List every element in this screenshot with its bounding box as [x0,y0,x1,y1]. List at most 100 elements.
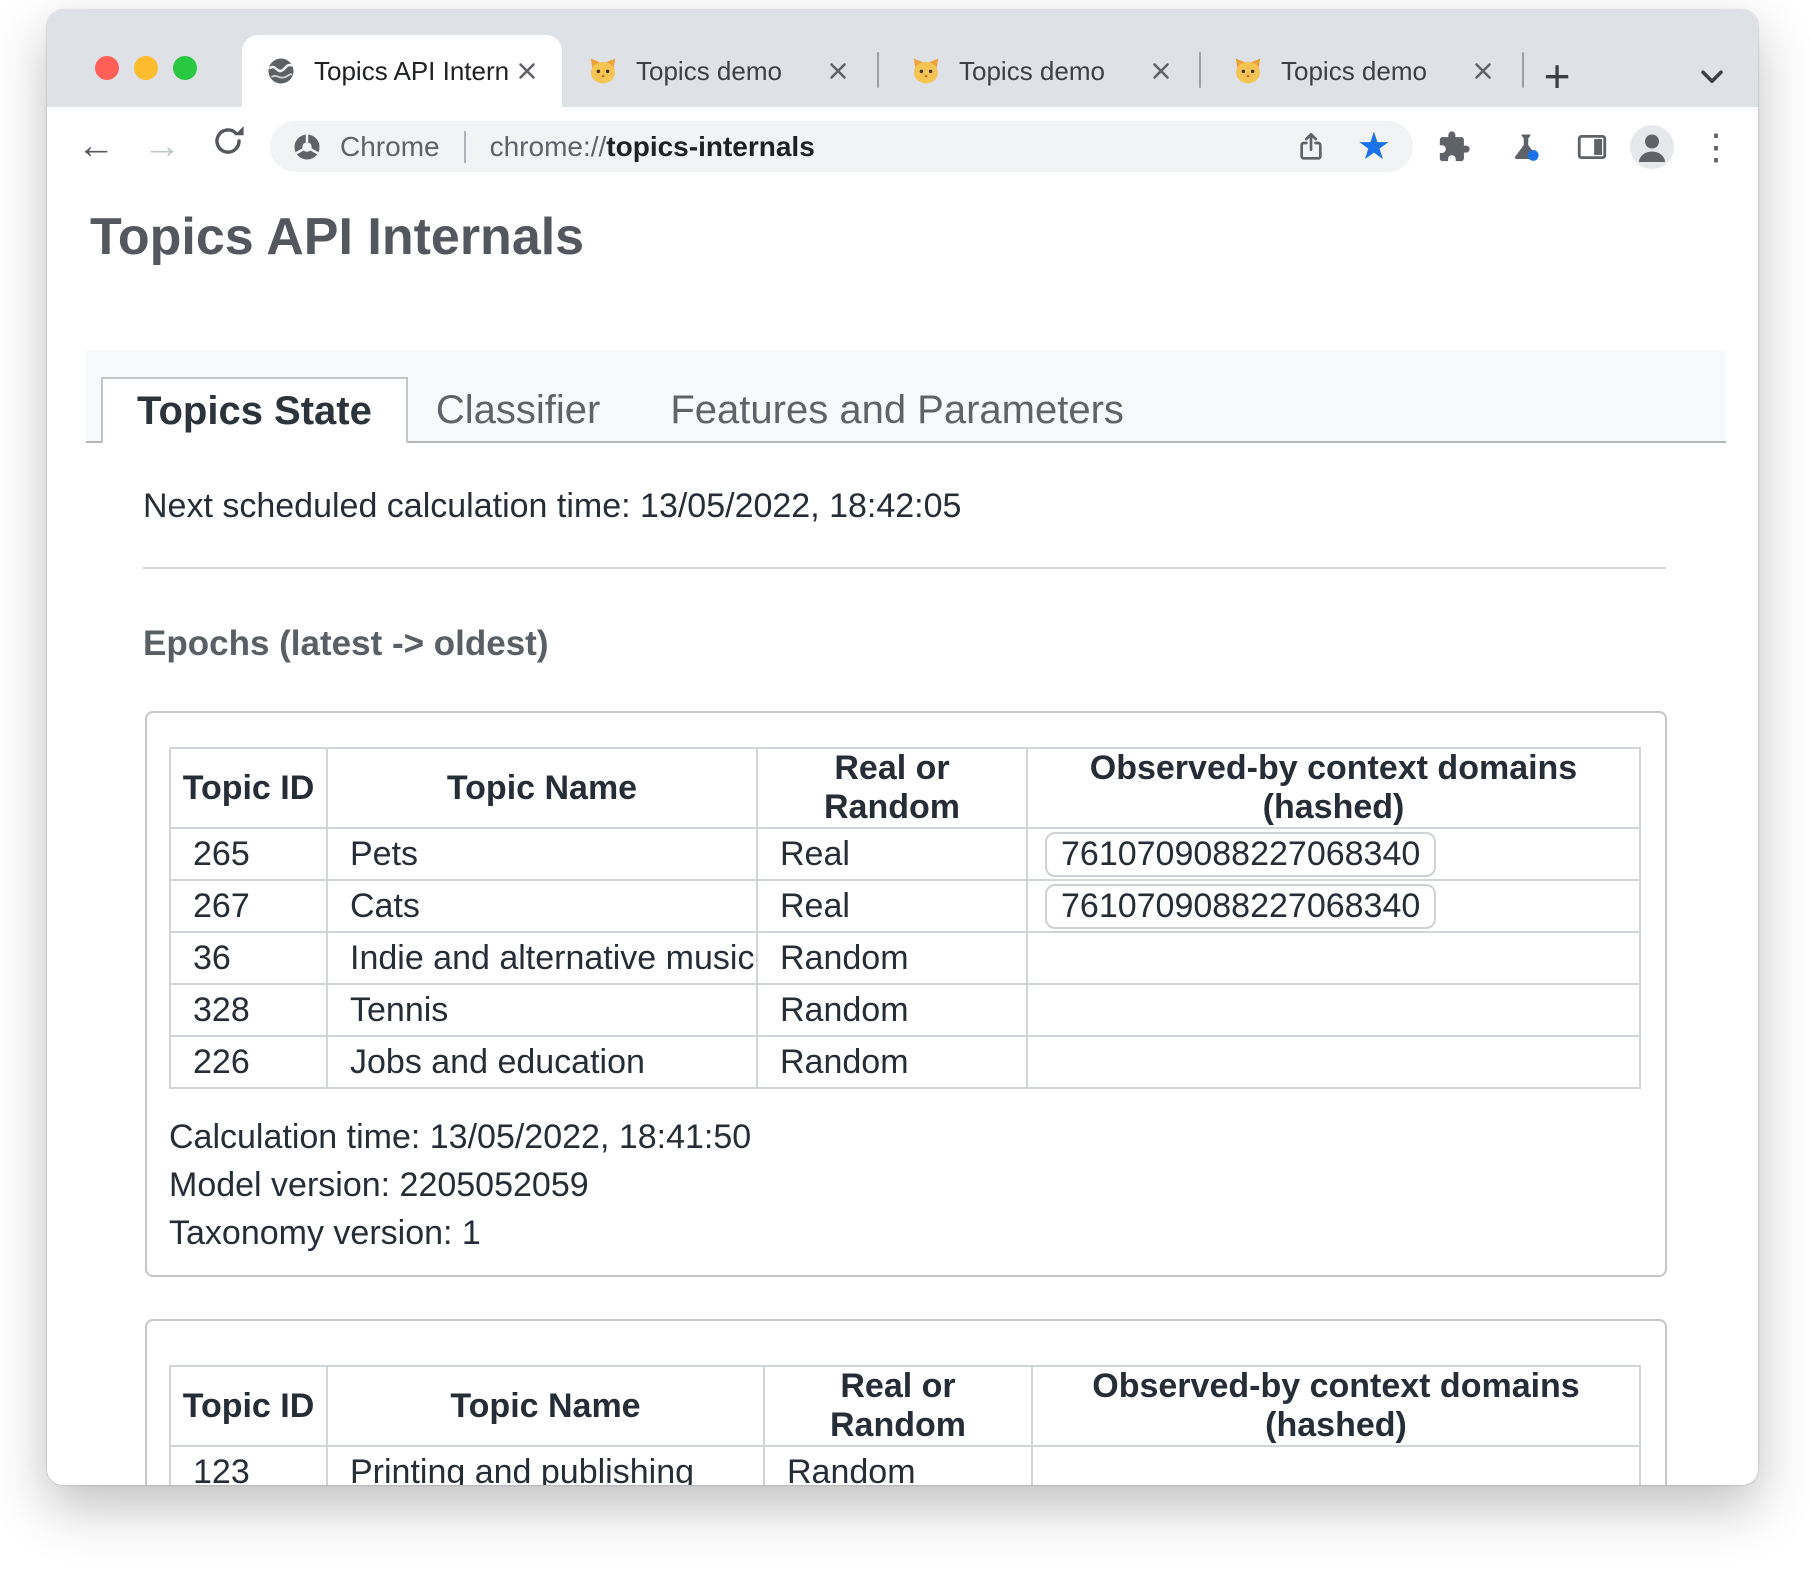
observed-by-cell [1032,1446,1640,1485]
page-tabbox: Topics State Classifier Features and Par… [86,350,1726,443]
share-icon[interactable] [1295,131,1327,163]
epoch-box-older: Topic IDTopic NameReal or RandomObserved… [145,1319,1667,1485]
close-tab-icon[interactable] [1468,56,1498,86]
topic-name-cell: Jobs and education [327,1036,757,1088]
tab-title: Topics demo [636,56,823,87]
close-tab-icon[interactable] [1146,56,1176,86]
epoch-meta-line: Model version: 2205052059 [169,1161,1643,1209]
profile-avatar[interactable] [1629,124,1675,170]
tab-topics-state[interactable]: Topics State [101,377,408,443]
browser-toolbar: ← → Chrome chr [47,107,1758,186]
tab-title: Topics demo [959,56,1146,87]
column-header: Observed-by context domains (hashed) [1032,1366,1640,1446]
real-or-random-cell: Random [764,1446,1032,1485]
tab-separator [1199,52,1201,88]
chrome-logo-icon [292,132,322,162]
page-tabs: Topics State Classifier Features and Par… [101,377,1152,443]
forward-button[interactable]: → [140,124,184,168]
column-header: Topic Name [327,1366,764,1446]
url-host: topics-internals [606,131,814,162]
reload-button[interactable] [206,124,250,168]
column-header: Real or Random [764,1366,1032,1446]
browser-tab-topics-demo-2[interactable]: Topics demo [885,35,1200,107]
epoch-table-row: 328TennisRandom [170,984,1640,1036]
tab-title: Topics demo [1281,56,1468,87]
topic-name-cell: Printing and publishing [327,1446,764,1485]
divider [143,567,1666,569]
epoch-meta-line: Taxonomy version: 1 [169,1209,1643,1257]
epoch-meta-line: Calculation time: 13/05/2022, 18:41:50 [169,1113,1643,1161]
cat-icon [588,56,618,86]
real-or-random-cell: Random [757,1036,1027,1088]
epoch-box-latest: Topic IDTopic NameReal or RandomObserved… [145,711,1667,1277]
epoch-table-row: 226Jobs and educationRandom [170,1036,1640,1088]
observed-by-cell [1027,984,1640,1036]
extensions-puzzle-icon[interactable] [1433,126,1475,168]
column-header: Real or Random [757,748,1027,828]
address-bar[interactable]: Chrome chrome://topics-internals ★ [270,121,1413,172]
topic-id-cell: 123 [170,1446,327,1485]
real-or-random-cell: Random [757,932,1027,984]
page-content: Topics API Internals Topics State Classi… [47,186,1758,1485]
hashed-domain-chip: 7610709088227068340 [1045,832,1436,877]
real-or-random-cell: Random [757,984,1027,1036]
close-tab-icon[interactable] [512,56,542,86]
labs-flask-icon[interactable] [1505,126,1547,168]
origin-separator [464,131,466,163]
tab-features-and-parameters[interactable]: Features and Parameters [642,377,1152,443]
real-or-random-cell: Real [757,828,1027,880]
observed-by-cell: 7610709088227068340 [1027,880,1640,932]
browser-tab-topics-internals[interactable]: Topics API Intern [242,35,562,107]
epoch-table: Topic IDTopic NameReal or RandomObserved… [169,747,1641,1089]
epoch-table-row: 267CatsReal 7610709088227068340 [170,880,1640,932]
browser-window: Topics API Intern Topics demo [47,10,1758,1485]
close-window-button[interactable] [95,56,119,80]
real-or-random-cell: Real [757,880,1027,932]
tab-classifier[interactable]: Classifier [408,377,628,443]
topic-name-cell: Indie and alternative music [327,932,757,984]
cat-icon [1233,56,1263,86]
url-scheme: chrome:// [490,131,607,162]
browser-tab-topics-demo-1[interactable]: Topics demo [562,35,877,107]
page-title: Topics API Internals [90,208,1758,266]
chrome-origin-label: Chrome [340,131,440,163]
observed-by-cell: 7610709088227068340 [1027,828,1640,880]
bookmark-star-icon[interactable]: ★ [1357,128,1391,166]
topic-id-cell: 265 [170,828,327,880]
column-header: Observed-by context domains (hashed) [1027,748,1640,828]
column-header: Topic ID [170,1366,327,1446]
tab-title: Topics API Intern [314,56,512,87]
topic-id-cell: 226 [170,1036,327,1088]
topic-name-cell: Tennis [327,984,757,1036]
browser-menu-dots-icon[interactable]: ⋮ [1695,126,1737,168]
window-controls [95,56,197,80]
new-tab-button[interactable]: + [1533,52,1581,100]
column-header: Topic Name [327,748,757,828]
tab-search-chevron-icon[interactable] [1692,56,1732,96]
browser-tab-topics-demo-3[interactable]: Topics demo [1207,35,1522,107]
topic-id-cell: 36 [170,932,327,984]
browser-tab-strip: Topics API Intern Topics demo [47,10,1758,107]
url-text: chrome://topics-internals [490,131,815,163]
topic-name-cell: Cats [327,880,757,932]
minimize-window-button[interactable] [134,56,158,80]
topic-id-cell: 267 [170,880,327,932]
epoch-table: Topic IDTopic NameReal or RandomObserved… [169,1365,1641,1485]
observed-by-cell [1027,932,1640,984]
epoch-table-header-row: Topic IDTopic NameReal or RandomObserved… [170,748,1640,828]
cat-icon [911,56,941,86]
epoch-table-row: 36Indie and alternative musicRandom [170,932,1640,984]
tab-separator [1522,52,1524,88]
side-panel-icon[interactable] [1571,126,1613,168]
close-tab-icon[interactable] [823,56,853,86]
epoch-table-row: 123Printing and publishingRandom [170,1446,1640,1485]
topic-id-cell: 328 [170,984,327,1036]
topics-state-panel: Next scheduled calculation time: 13/05/2… [143,483,1666,1485]
back-button[interactable]: ← [74,124,118,168]
zoom-window-button[interactable] [173,56,197,80]
hashed-domain-chip: 7610709088227068340 [1045,884,1436,929]
epoch-table-row: 265PetsReal 7610709088227068340 [170,828,1640,880]
epoch-meta: Calculation time: 13/05/2022, 18:41:50Mo… [169,1113,1643,1257]
epoch-table-header-row: Topic IDTopic NameReal or RandomObserved… [170,1366,1640,1446]
topic-name-cell: Pets [327,828,757,880]
